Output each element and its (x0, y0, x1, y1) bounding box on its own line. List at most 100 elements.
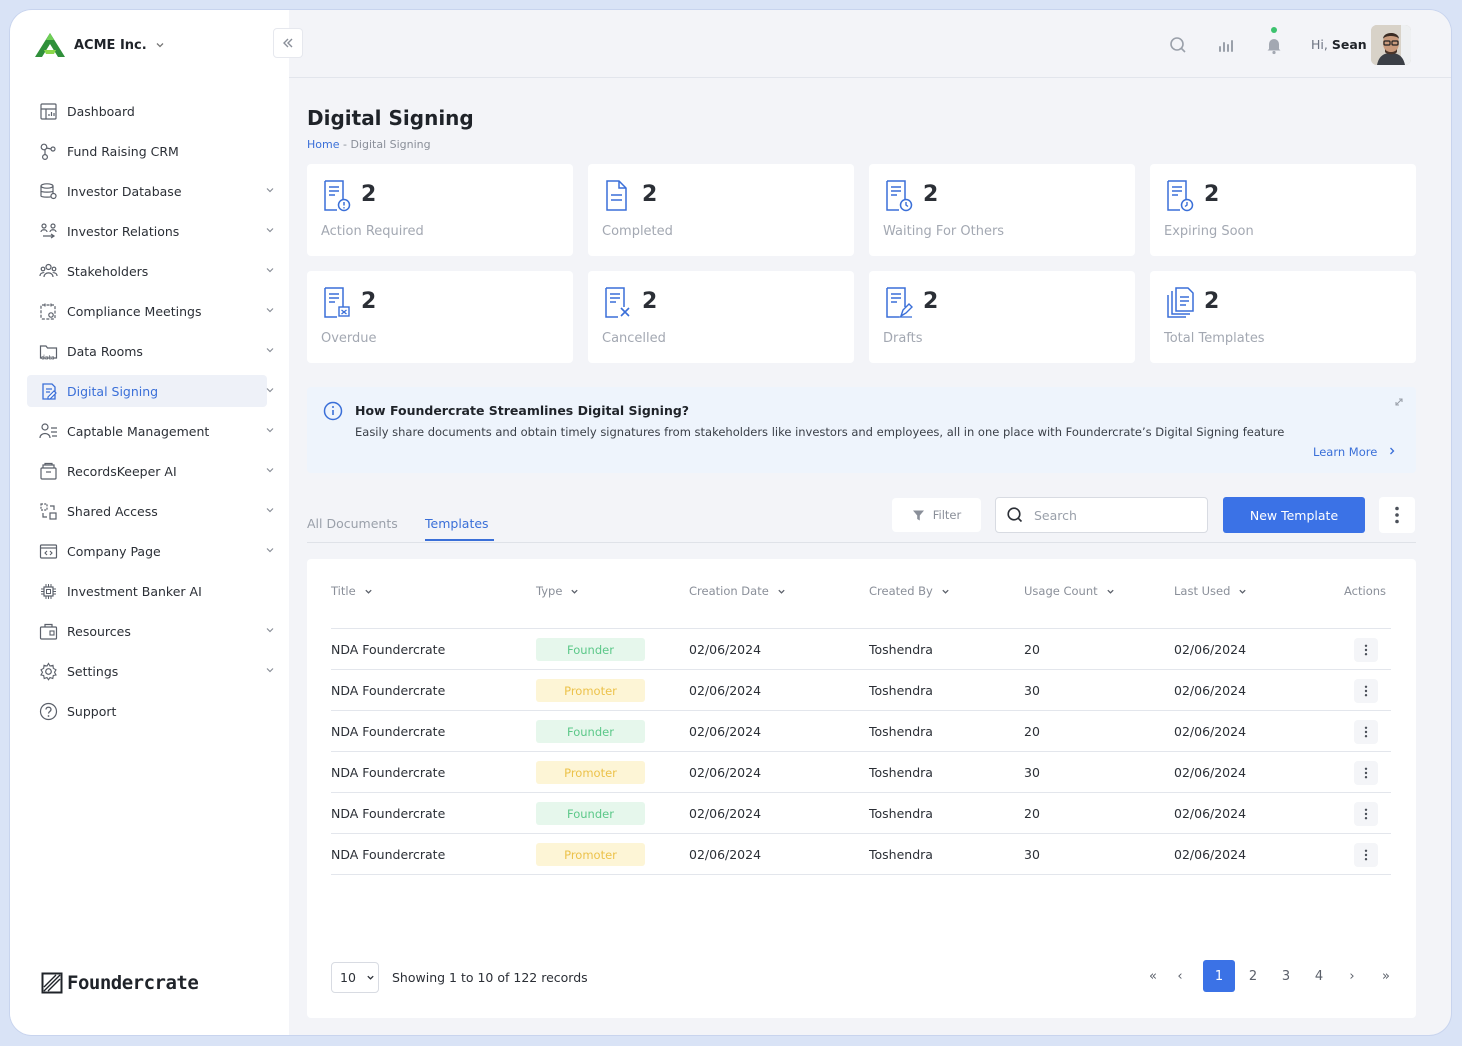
cell-last: 02/06/2024 (1174, 642, 1247, 657)
column-header-title[interactable]: Title (331, 584, 373, 598)
cell-usage: 30 (1024, 765, 1040, 780)
sidebar-item-stakeholders[interactable]: Stakeholders (27, 255, 274, 287)
stat-card-waiting-for-others[interactable]: 2 Waiting For Others (869, 164, 1135, 256)
cell-last: 02/06/2024 (1174, 683, 1247, 698)
sidebar-item-shared-access[interactable]: Shared Access (27, 495, 274, 527)
tab-templates[interactable]: Templates (425, 516, 489, 531)
sidebar-item-label: Support (67, 703, 117, 719)
column-header-last-used[interactable]: Last Used (1174, 584, 1247, 598)
chevron-down-icon (156, 43, 164, 48)
stat-value: 2 (1204, 182, 1220, 207)
sidebar-item-investor-relations[interactable]: Investor Relations (27, 215, 274, 247)
type-badge: Promoter (536, 761, 645, 784)
sidebar-item-digital-signing[interactable]: Digital Signing (27, 375, 274, 407)
breadcrumb-home[interactable]: Home (307, 138, 339, 151)
sidebar-item-settings[interactable]: Settings (27, 655, 274, 687)
user-photo-icon (1371, 25, 1411, 65)
sidebar-item-investment-banker-ai[interactable]: Investment Banker AI (27, 575, 267, 607)
sidebar-item-investor-database[interactable]: Investor Database (27, 175, 274, 207)
kebab-menu-icon (1364, 685, 1368, 697)
sidebar-item-dashboard[interactable]: Dashboard (27, 95, 267, 127)
row-actions-button[interactable] (1354, 679, 1378, 703)
page-button-3[interactable]: 3 (1274, 960, 1298, 992)
sidebar-item-data-rooms[interactable]: data Data Rooms (27, 335, 274, 367)
sidebar-item-label: Digital Signing (67, 383, 159, 399)
kebab-menu-icon (1364, 849, 1368, 861)
breadcrumb-current: Digital Signing (350, 138, 431, 151)
chevron-down-icon (266, 188, 274, 193)
sidebar-item-compliance-meetings[interactable]: Compliance Meetings (27, 295, 274, 327)
stat-card-cancelled[interactable]: 2 Cancelled (588, 271, 854, 363)
stat-card-drafts[interactable]: 2 Drafts (869, 271, 1135, 363)
stat-value: 2 (923, 182, 939, 207)
learn-more-link[interactable]: Learn More (1313, 445, 1397, 459)
page-button-1[interactable]: 1 (1203, 960, 1235, 992)
search-input[interactable] (1034, 507, 1194, 523)
row-actions-button[interactable] (1354, 802, 1378, 826)
row-actions-button[interactable] (1354, 720, 1378, 744)
chevron-down-icon (266, 388, 274, 393)
cell-by: Toshendra (869, 642, 933, 657)
sidebar-item-resources[interactable]: Resources (27, 615, 274, 647)
stat-card-completed[interactable]: 2 Completed (588, 164, 854, 256)
row-actions-button[interactable] (1354, 638, 1378, 662)
stat-card-total-templates[interactable]: 2 Total Templates (1150, 271, 1416, 363)
column-header-created-by[interactable]: Created By (869, 584, 950, 598)
analytics-icon[interactable] (1216, 35, 1236, 55)
sidebar-item-company-page[interactable]: Company Page (27, 535, 274, 567)
tab-all-documents[interactable]: All Documents (307, 516, 398, 531)
new-template-button[interactable]: New Template (1223, 497, 1365, 533)
sidebar-item-support[interactable]: Support (27, 695, 267, 727)
stat-card-action-required[interactable]: 2 Action Required (307, 164, 573, 256)
org-switcher[interactable]: ACME Inc. (34, 30, 165, 60)
sidebar-item-captable-management[interactable]: Captable Management (27, 415, 274, 447)
page-button-2[interactable]: 2 (1241, 960, 1265, 992)
cell-created: 02/06/2024 (689, 847, 762, 862)
column-header-creation-date[interactable]: Creation Date (689, 584, 786, 598)
close-icon[interactable] (1394, 397, 1404, 407)
table-row[interactable]: NDA Foundercrate Promoter 02/06/2024 Toshen… (331, 834, 1391, 875)
double-chevron-left-icon (283, 38, 293, 48)
breadcrumb: Home - Digital Signing (307, 138, 431, 151)
table-row[interactable]: NDA Foundercrate Founder 02/06/2024 Toshend… (331, 711, 1391, 752)
more-options-button[interactable] (1379, 497, 1415, 533)
cell-usage: 20 (1024, 642, 1040, 657)
collapse-sidebar-button[interactable] (273, 28, 303, 58)
avatar[interactable] (1371, 25, 1411, 65)
stat-label: Expiring Soon (1164, 224, 1254, 239)
bell-icon[interactable] (1264, 35, 1284, 55)
top-header: Hi, Sean (289, 10, 1451, 78)
sidebar-nav: Dashboard Fund Raising CRM Investor Databa… (27, 95, 274, 735)
sort-chevron-icon (778, 589, 785, 594)
table-row[interactable]: NDA Foundercrate Promoter 02/06/2024 Toshen… (331, 752, 1391, 793)
stat-card-expiring-soon[interactable]: 2 Expiring Soon (1150, 164, 1416, 256)
cell-by: Toshendra (869, 683, 933, 698)
action-required-icon (324, 180, 351, 212)
column-header-usage-count[interactable]: Usage Count (1024, 584, 1115, 598)
stat-label: Total Templates (1164, 331, 1265, 346)
sidebar-item-recordskeeper-ai[interactable]: RecordsKeeper AI (27, 455, 274, 487)
table-row[interactable]: NDA Foundercrate Founder 02/06/2024 Toshend… (331, 793, 1391, 834)
filter-button[interactable]: Filter (892, 498, 981, 532)
column-header-type[interactable]: Type (536, 584, 579, 598)
last-page-button[interactable]: » (1374, 960, 1398, 992)
cell-created: 02/06/2024 (689, 765, 762, 780)
sort-chevron-icon (365, 589, 372, 594)
page-button-4[interactable]: 4 (1307, 960, 1331, 992)
cell-last: 02/06/2024 (1174, 765, 1247, 780)
sidebar-item-fund-raising-crm[interactable]: Fund Raising CRM (27, 135, 267, 167)
next-page-button[interactable]: › (1340, 960, 1364, 992)
stat-value: 2 (923, 289, 939, 314)
table-row[interactable]: NDA Foundercrate Promoter 02/06/2024 Toshen… (331, 670, 1391, 711)
page-size-select[interactable]: 10 (331, 962, 379, 993)
table-row[interactable]: NDA Foundercrate Founder 02/06/2024 Toshend… (331, 629, 1391, 670)
brand-name: Foundercrate (67, 972, 199, 994)
stat-card-overdue[interactable]: 2 Overdue (307, 271, 573, 363)
row-actions-button[interactable] (1354, 761, 1378, 785)
search-icon[interactable] (1168, 35, 1188, 55)
cell-title: NDA Foundercrate (331, 765, 446, 780)
first-page-button[interactable]: « (1141, 960, 1165, 992)
previous-page-button[interactable]: ‹ (1168, 960, 1192, 992)
row-actions-button[interactable] (1354, 843, 1378, 867)
sidebar: ACME Inc. Dashboard Fund Raising CRM Inves… (10, 10, 289, 1035)
